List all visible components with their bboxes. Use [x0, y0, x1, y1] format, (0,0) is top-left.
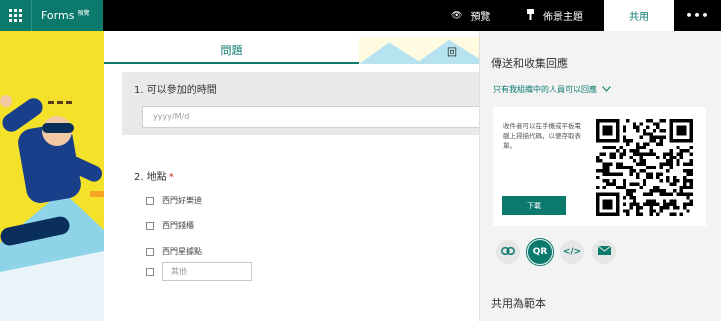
required-mark: *: [168, 172, 174, 183]
checkbox[interactable]: [146, 267, 154, 276]
response-scope-dropdown[interactable]: 只有我組織中的人員可以回應: [493, 84, 611, 95]
divider: [31, 0, 32, 31]
option-item[interactable]: 西門好樂迪: [146, 195, 202, 206]
option-item[interactable]: 西門錢櫃: [146, 220, 194, 231]
form-body: 1. 可以參加的時間 yyyy/M/d 2. 地點 * 西門好樂迪 西門錢櫃 西門…: [104, 64, 479, 321]
option-label: 西門星據點: [162, 247, 202, 256]
ellipsis-icon: •••: [685, 9, 710, 22]
form-tabs: 問題 回: [104, 31, 479, 64]
pane-title: 傳送和收集回應: [491, 57, 568, 70]
embed-icon: </>: [562, 247, 582, 257]
share-button[interactable]: 共用: [604, 0, 674, 31]
email-button[interactable]: [592, 240, 616, 264]
theme-button[interactable]: 佈景主題: [526, 0, 583, 31]
question-card[interactable]: 1. 可以參加的時間 yyyy/M/d: [122, 72, 479, 135]
app-brand[interactable]: Forms 預覽: [31, 0, 103, 31]
accent-shape: [90, 191, 104, 197]
qr-card: 收件者可以在手機或平板電腦上掃描代碼，以便存取表單。 下載: [493, 107, 706, 226]
option-item[interactable]: 西門星據點: [146, 246, 202, 257]
paint-bucket-icon: [526, 8, 535, 23]
more-options-button[interactable]: •••: [674, 0, 721, 31]
tab-questions-label: 問題: [220, 43, 243, 57]
tab-responses-label: 回: [447, 48, 457, 59]
question-title: 1. 可以參加的時間: [134, 85, 217, 96]
hand-shape: [0, 95, 12, 107]
share-as-template-heading: 共用為範本: [491, 297, 546, 310]
qr-code: [596, 119, 693, 216]
question-title: 2. 地點 *: [134, 168, 174, 183]
checkbox[interactable]: [146, 221, 154, 230]
download-label: 下載: [527, 201, 541, 210]
share-pane: 傳送和收集回應 只有我組織中的人員可以回應 收件者可以在手機或平板電腦上掃描代碼…: [479, 31, 721, 321]
date-input[interactable]: yyyy/M/d: [142, 106, 479, 128]
option-label: 西門好樂迪: [162, 196, 202, 205]
tab-responses[interactable]: 回: [359, 37, 479, 64]
waffle-icon: [9, 9, 22, 22]
embed-button[interactable]: </>: [560, 240, 584, 264]
tab-questions[interactable]: 問題: [104, 37, 359, 64]
theme-banner-shape: [359, 39, 479, 64]
theme-label: 佈景主題: [543, 12, 583, 23]
scope-label: 只有我組織中的人員可以回應: [493, 85, 597, 94]
other-placeholder: 其他: [171, 267, 187, 276]
download-button[interactable]: 下載: [502, 196, 566, 215]
top-bar: Forms 預覽 👁 預覽 佈景主題 共用 •••: [0, 0, 721, 31]
other-input[interactable]: 其他: [162, 262, 252, 281]
question-title-text: 2. 地點: [134, 172, 167, 183]
qr-button[interactable]: QR: [526, 238, 554, 266]
option-item-other[interactable]: 其他: [146, 262, 252, 281]
checkbox[interactable]: [146, 196, 154, 205]
share-methods: QR </>: [496, 238, 616, 266]
divider: [479, 31, 480, 321]
qr-description: 收件者可以在手機或平板電腦上掃描代碼，以便存取表單。: [503, 122, 581, 150]
preview-label: 預覽: [470, 12, 491, 23]
app-name: Forms: [41, 9, 75, 22]
date-placeholder: yyyy/M/d: [153, 112, 190, 121]
preview-badge: 預覽: [77, 10, 90, 17]
preview-button[interactable]: 👁 預覽: [451, 0, 490, 31]
chevron-down-icon: [602, 85, 611, 95]
qr-icon: QR: [532, 247, 548, 257]
goggles-shape: [42, 123, 74, 133]
link-button[interactable]: [496, 240, 520, 264]
checkbox[interactable]: [146, 247, 154, 256]
app-launcher-button[interactable]: [0, 0, 31, 31]
eye-icon: 👁: [451, 10, 463, 21]
mail-icon: [597, 245, 611, 258]
theme-illustration: [0, 31, 104, 321]
link-icon: [501, 246, 515, 258]
share-label: 共用: [629, 12, 649, 23]
option-label: 西門錢櫃: [162, 221, 194, 230]
